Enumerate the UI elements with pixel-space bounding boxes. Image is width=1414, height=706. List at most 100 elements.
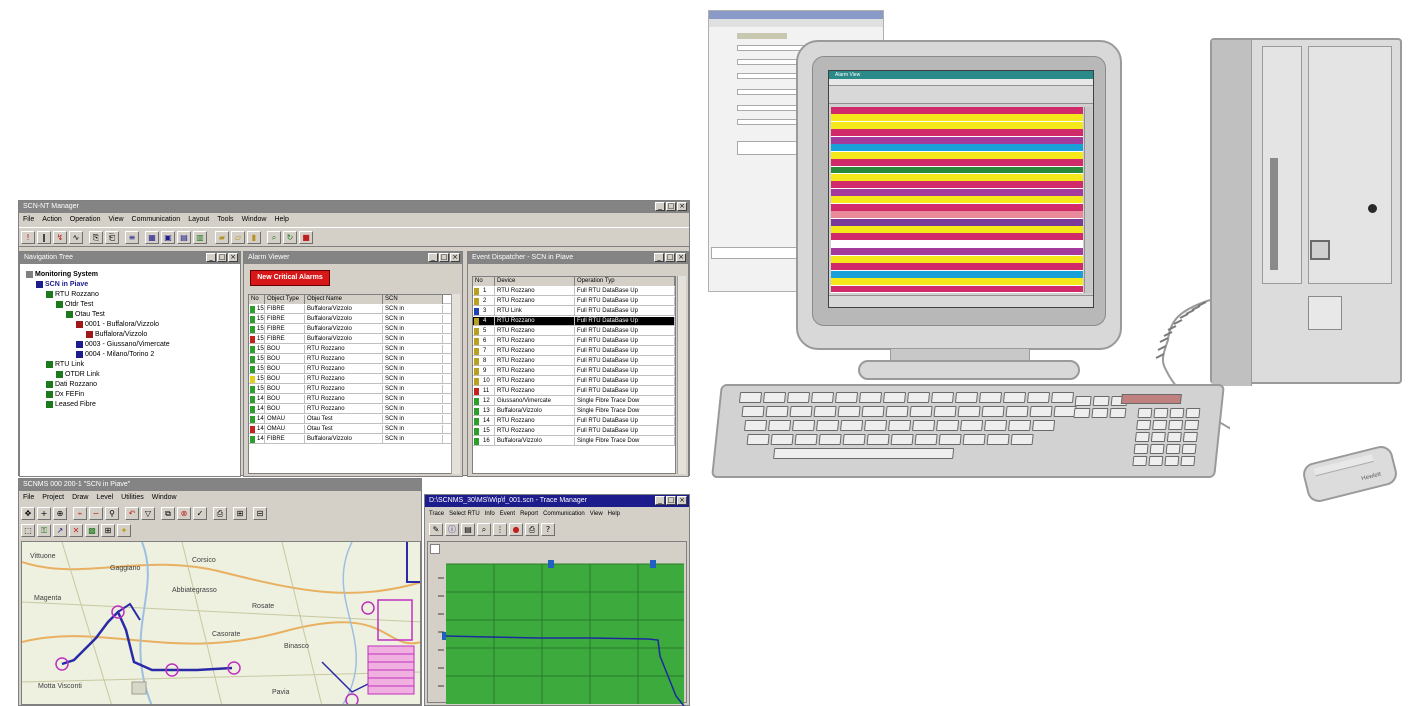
trace-menu-help[interactable]: Help [608, 508, 620, 520]
close-icon[interactable]: × [228, 253, 238, 262]
event-row[interactable]: 9 RTU Rozzano Full RTU DataBase Up [473, 367, 675, 376]
event-row[interactable]: 12 Giussano/Vimercate Single Fibre Trace D… [473, 397, 675, 406]
zoom-out-tool-icon[interactable]: ⊟ [253, 507, 267, 520]
alarm-row[interactable]: 155FIBREBuffalora/VizzoloSCN in [249, 335, 451, 344]
tree-node[interactable]: Buffalora/Vizzolo [86, 330, 147, 339]
minimize-icon[interactable]: _ [654, 253, 664, 262]
close-icon[interactable]: × [677, 496, 687, 505]
tree-node[interactable]: OTDR Link [56, 370, 100, 379]
tree-node[interactable]: RTU Rozzano [46, 290, 99, 299]
tree-node[interactable]: Dati Rozzano [46, 380, 97, 389]
edit-tool-icon[interactable]: ✎ [429, 523, 443, 536]
event-row[interactable]: 1 RTU Rozzano Full RTU DataBase Up [473, 287, 675, 296]
delete-tool-icon[interactable]: ⊗ [177, 507, 191, 520]
table-tool-icon[interactable]: ⊞ [101, 524, 115, 537]
zoom-tool-icon[interactable]: ⌕ [267, 231, 281, 244]
list-tool-icon[interactable]: ≡ [125, 231, 139, 244]
map-menu-project[interactable]: Project [42, 492, 64, 504]
tree-node[interactable]: Otau Test [66, 310, 105, 319]
tree-node[interactable]: 0001 - Buffalora/Vizzolo [76, 320, 159, 329]
map-canvas[interactable]: Vittuone Gaggiano Corsico Magenta Abbiat… [21, 541, 421, 705]
trace-menu-info[interactable]: Info [485, 508, 495, 520]
maximize-icon[interactable]: □ [666, 202, 676, 211]
copy-tool-icon[interactable]: ⎘ [89, 231, 103, 244]
alarm-row[interactable]: 148BOURTU RozzanoSCN in [249, 405, 451, 414]
event-row[interactable]: 15 RTU Rozzano Full RTU DataBase Up [473, 427, 675, 436]
alarm-row[interactable]: 151BOURTU RozzanoSCN in [249, 375, 451, 384]
folder-tool-icon[interactable]: ▰ [215, 231, 229, 244]
alarm-column-header[interactable]: No [249, 295, 265, 304]
map-menu-utilities[interactable]: Utilities [121, 492, 144, 504]
trace-tool-icon[interactable]: ∿ [69, 231, 83, 244]
alarm-row[interactable]: 149BOURTU RozzanoSCN in [249, 395, 451, 404]
minimize-icon[interactable]: _ [655, 202, 665, 211]
map-menu-draw[interactable]: Draw [72, 492, 88, 504]
filter-tool-icon[interactable]: ▽ [141, 507, 155, 520]
event-column-header[interactable]: Device [495, 277, 575, 286]
menu-help[interactable]: Help [274, 214, 288, 226]
cascade-tool-icon[interactable]: ▤ [177, 231, 191, 244]
maximize-icon[interactable]: □ [665, 253, 675, 262]
map-menu-level[interactable]: Level [96, 492, 113, 504]
fibre-tool-icon[interactable]: ↯ [53, 231, 67, 244]
alarm-column-header[interactable]: Object Type [265, 295, 305, 304]
markers-tool-icon[interactable]: ⋮ [493, 523, 507, 536]
trace-plot[interactable] [428, 556, 688, 706]
print-tool-icon[interactable]: ⎙ [525, 523, 539, 536]
route-tool-icon[interactable]: ⌁ [73, 507, 87, 520]
alarm-row[interactable]: 152BOURTU RozzanoSCN in [249, 365, 451, 374]
alarm-tool-icon[interactable]: ! [21, 231, 35, 244]
grid-tool-icon[interactable]: ▦ [145, 231, 159, 244]
pin-tool-icon[interactable]: ⚲ [105, 507, 119, 520]
maximize-icon[interactable]: □ [439, 253, 449, 262]
trace-menu-report[interactable]: Report [520, 508, 538, 520]
search-tool-icon[interactable]: ⌕ [477, 523, 491, 536]
alarm-row[interactable]: 145FIBREBuffalora/VizzoloSCN in [249, 435, 451, 444]
alarm-row[interactable]: 158FIBREBuffalora/VizzoloSCN in [249, 305, 451, 314]
tree-node[interactable]: RTU Link [46, 360, 84, 369]
event-row[interactable]: 5 RTU Rozzano Full RTU DataBase Up [473, 327, 675, 336]
alarm-row[interactable]: 147OMAUOtau TestSCN in [249, 415, 451, 424]
event-row[interactable]: 2 RTU Rozzano Full RTU DataBase Up [473, 297, 675, 306]
menu-layout[interactable]: Layout [188, 214, 209, 226]
print-tool-icon[interactable]: ⎙ [213, 507, 227, 520]
event-row[interactable]: 3 RTU Link Full RTU DataBase Up [473, 307, 675, 316]
tile-tool-icon[interactable]: ▥ [193, 231, 207, 244]
screen-scrollbar[interactable] [1084, 107, 1092, 293]
stop-tool-icon[interactable]: ■ [299, 231, 313, 244]
alarm-column-header[interactable]: SCN [383, 295, 443, 304]
trace-menu-view[interactable]: View [590, 508, 603, 520]
tree-node[interactable]: 0003 - Giussano/Vimercate [76, 340, 170, 349]
trace-plot-icon[interactable] [430, 544, 440, 554]
event-row[interactable]: 8 RTU Rozzano Full RTU DataBase Up [473, 357, 675, 366]
folder-open-tool-icon[interactable]: ▱ [231, 231, 245, 244]
alarm-row[interactable]: 146OMAUOtau TestSCN in [249, 425, 451, 434]
select-tool-icon[interactable]: ⬚ [21, 524, 35, 537]
cross-tool-icon[interactable]: ✕ [69, 524, 83, 537]
event-row[interactable]: 11 RTU Rozzano Full RTU DataBase Up [473, 387, 675, 396]
maximize-icon[interactable]: □ [666, 496, 676, 505]
layers-tool-icon[interactable]: ⧉ [161, 507, 175, 520]
alarm-row[interactable]: 150BOURTU RozzanoSCN in [249, 385, 451, 394]
event-row[interactable]: 6 RTU Rozzano Full RTU DataBase Up [473, 337, 675, 346]
close-icon[interactable]: × [676, 253, 686, 262]
event-row[interactable]: 10 RTU Rozzano Full RTU DataBase Up [473, 377, 675, 386]
alarm-row[interactable]: 154BOURTU RozzanoSCN in [249, 345, 451, 354]
alarm-row[interactable]: 157FIBREBuffalora/VizzoloSCN in [249, 315, 451, 324]
menu-communication[interactable]: Communication [132, 214, 181, 226]
trace-menu-select-rtu[interactable]: Select RTU [449, 508, 480, 520]
bulb-tool-icon[interactable]: ✦ [117, 524, 131, 537]
trace-menu-communication[interactable]: Communication [543, 508, 585, 520]
window-tool-icon[interactable]: ▣ [161, 231, 175, 244]
tree-node[interactable]: 0004 - Milano/Torino 2 [76, 350, 154, 359]
lock-tool-icon[interactable]: ⚿ [37, 524, 51, 537]
fiber-tool-icon[interactable]: ▩ [85, 524, 99, 537]
trace-menu-event[interactable]: Event [500, 508, 515, 520]
map-menu-file[interactable]: File [23, 492, 34, 504]
map-menu-window[interactable]: Window [152, 492, 177, 504]
trace-menu-trace[interactable]: Trace [429, 508, 444, 520]
event-row[interactable]: 13 Buffalora/Vizzolo Single Fibre Trace Do… [473, 407, 675, 416]
event-row[interactable]: 4 RTU Rozzano Full RTU DataBase Up [473, 317, 675, 326]
cable-tool-icon[interactable]: ∽ [89, 507, 103, 520]
tree-node[interactable]: Otdr Test [56, 300, 93, 309]
